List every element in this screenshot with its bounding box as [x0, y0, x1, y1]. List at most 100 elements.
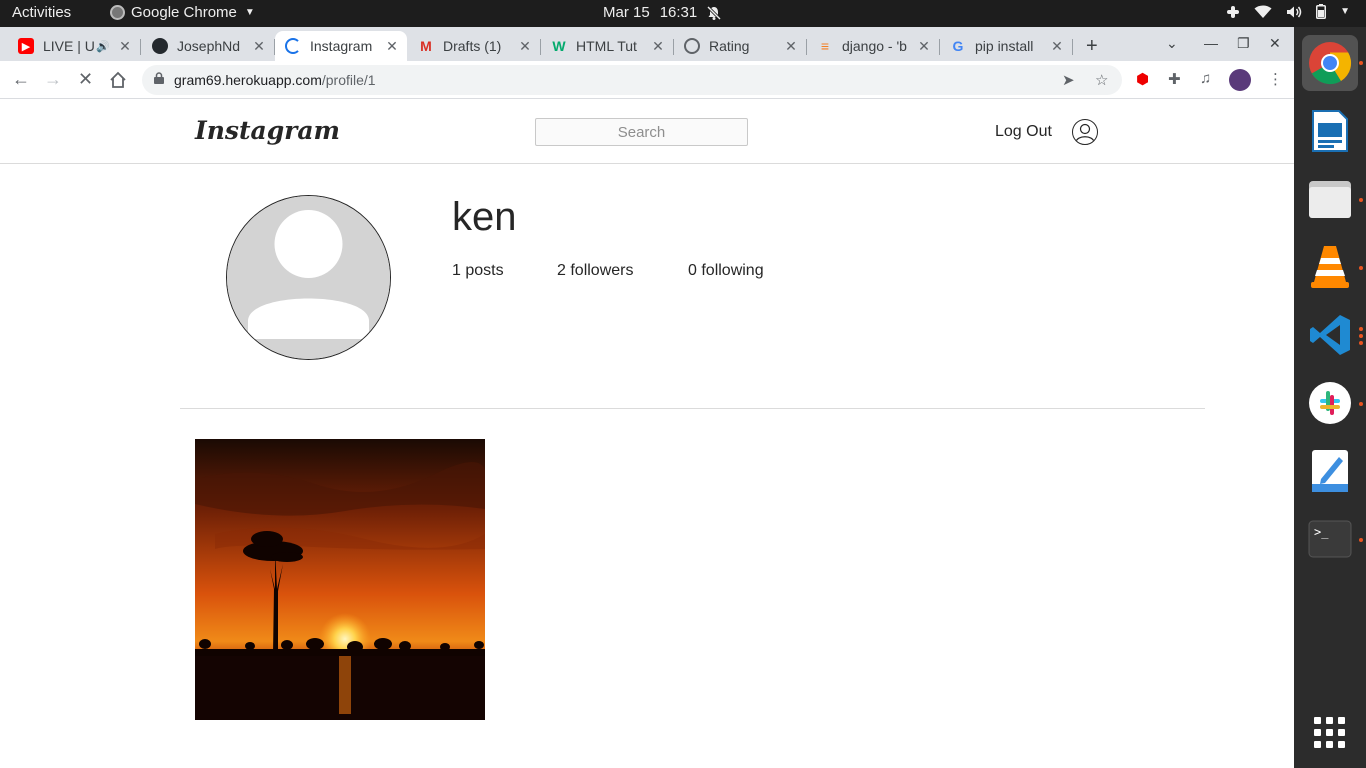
site-navbar: Instagram Log Out	[0, 100, 1294, 164]
tab-title: Drafts (1)	[443, 38, 502, 54]
loading-spinner-icon	[285, 38, 301, 54]
stackoverflow-icon: ≡	[820, 38, 830, 54]
profile-divider	[180, 408, 1205, 409]
vscode-icon[interactable]	[1302, 307, 1358, 363]
notifications-off-icon	[707, 5, 722, 20]
gmail-icon: M	[420, 38, 432, 54]
url-text: gram69.herokuapp.com/profile/1	[174, 72, 376, 88]
app-menu[interactable]: Google Chrome ▼	[110, 4, 255, 21]
app-menu-label: Google Chrome	[131, 4, 237, 21]
tab-separator	[140, 39, 141, 55]
home-icon[interactable]	[109, 71, 127, 89]
following-count[interactable]: 0 following	[688, 262, 764, 280]
svg-text:>_: >_	[1314, 525, 1329, 539]
close-icon[interactable]: ✕	[915, 38, 933, 55]
close-window-icon[interactable]: ✕	[1269, 35, 1281, 52]
tab-w3schools[interactable]: W HTML Tut ✕	[541, 31, 674, 61]
chevron-down-icon: ▼	[1340, 6, 1350, 17]
new-tab-icon[interactable]: +	[1086, 35, 1098, 58]
wifi-icon	[1254, 5, 1272, 18]
slack-icon[interactable]	[1302, 375, 1358, 431]
search-input[interactable]	[535, 118, 748, 146]
extensions-icon[interactable]: ✚	[1168, 70, 1181, 88]
tab-title: HTML Tut	[576, 38, 637, 54]
tab-title: django - 'b	[842, 38, 907, 54]
tab-google[interactable]: G pip install ✕	[940, 31, 1073, 61]
close-icon[interactable]: ✕	[116, 38, 134, 55]
restore-icon[interactable]: ❐	[1237, 35, 1250, 52]
tab-rating[interactable]: Rating ✕	[674, 31, 807, 61]
forward-icon[interactable]: →	[44, 69, 62, 90]
ubuntu-dock: >_	[1294, 27, 1366, 768]
tab-title: Rating	[709, 38, 750, 54]
running-indicator	[1359, 198, 1363, 202]
tab-title: JosephNd	[177, 38, 241, 54]
files-icon[interactable]	[1302, 171, 1358, 227]
lock-icon	[154, 72, 164, 84]
terminal-icon[interactable]: >_	[1302, 511, 1358, 567]
running-indicator	[1359, 61, 1363, 65]
media-control-icon[interactable]: ♫	[1200, 70, 1211, 87]
chevron-down-icon: ▼	[244, 7, 255, 18]
adblock-icon[interactable]: ⬢	[1136, 70, 1149, 88]
tab-title: pip install	[975, 38, 1034, 54]
chrome-app-icon	[110, 5, 125, 20]
back-icon[interactable]: ←	[12, 69, 30, 90]
tab-instagram[interactable]: Instagram ✕	[275, 31, 407, 61]
url-host: gram69.herokuapp.com	[174, 72, 322, 88]
close-icon[interactable]: ✕	[383, 38, 401, 55]
url-path: /profile/1	[321, 72, 376, 88]
tab-gmail[interactable]: M Drafts (1) ✕	[408, 31, 541, 61]
tab-search-icon[interactable]: ⌄	[1166, 35, 1178, 52]
vlc-icon[interactable]	[1302, 239, 1358, 295]
running-indicator	[1359, 341, 1363, 345]
libreoffice-impress-icon[interactable]	[1302, 103, 1358, 159]
battery-icon	[1316, 4, 1327, 19]
close-icon[interactable]: ✕	[649, 38, 667, 55]
clock-date: Mar 15	[603, 4, 650, 21]
running-indicator	[1359, 538, 1363, 542]
text-editor-icon[interactable]	[1302, 443, 1358, 499]
system-top-bar: Activities Google Chrome ▼ Mar 15 16:31 …	[0, 0, 1366, 27]
close-icon[interactable]: ✕	[250, 38, 268, 55]
tab-separator	[1072, 39, 1073, 55]
page-viewport: Instagram Log Out ken 1 posts 2 follower…	[0, 100, 1294, 768]
bookmark-star-icon[interactable]: ☆	[1095, 71, 1108, 89]
github-icon	[152, 38, 168, 54]
post-thumbnail[interactable]	[195, 439, 485, 720]
activities-button[interactable]: Activities	[12, 4, 71, 21]
clock-time: 16:31	[659, 4, 698, 21]
user-avatar-icon[interactable]	[1229, 69, 1251, 91]
tab-title: LIVE | U	[43, 38, 95, 54]
followers-count[interactable]: 2 followers	[557, 262, 633, 280]
send-icon[interactable]: ➤	[1062, 71, 1075, 89]
address-bar[interactable]: gram69.herokuapp.com/profile/1 ➤ ☆	[142, 65, 1122, 95]
tab-strip: ▶ LIVE | U 🔊 ✕ JosephNd ✕ Instagram ✕ M …	[0, 27, 1294, 61]
tab-github[interactable]: JosephNd ✕	[142, 31, 275, 61]
tab-stackoverflow[interactable]: ≡ django - 'b ✕	[807, 31, 940, 61]
running-indicator	[1359, 266, 1363, 270]
more-menu-icon[interactable]: ⋮	[1268, 70, 1283, 88]
chrome-icon[interactable]	[1302, 35, 1358, 91]
close-icon[interactable]: ✕	[782, 38, 800, 55]
running-indicator	[1359, 402, 1363, 406]
browser-toolbar: ← → ✕ gram69.herokuapp.com/profile/1 ➤ ☆…	[0, 61, 1294, 99]
posts-count: 1 posts	[452, 262, 504, 279]
close-icon[interactable]: ✕	[1048, 38, 1066, 55]
stop-loading-icon[interactable]: ✕	[78, 69, 93, 90]
profile-avatar	[226, 195, 391, 360]
system-tray[interactable]: ▼	[1226, 4, 1350, 19]
tab-title: Instagram	[310, 38, 373, 54]
youtube-icon: ▶	[18, 38, 34, 54]
profile-icon[interactable]	[1072, 119, 1098, 145]
site-logo[interactable]: Instagram	[195, 116, 340, 145]
logout-link[interactable]: Log Out	[995, 123, 1052, 141]
close-icon[interactable]: ✕	[516, 38, 534, 55]
minimize-icon[interactable]: —	[1204, 35, 1218, 51]
running-indicator	[1359, 327, 1363, 331]
globe-icon	[684, 38, 700, 54]
clock[interactable]: Mar 15 16:31	[603, 4, 722, 21]
show-apps-icon[interactable]	[1302, 705, 1358, 761]
tab-live[interactable]: ▶ LIVE | U 🔊 ✕	[8, 31, 141, 61]
google-icon: G	[952, 38, 964, 54]
